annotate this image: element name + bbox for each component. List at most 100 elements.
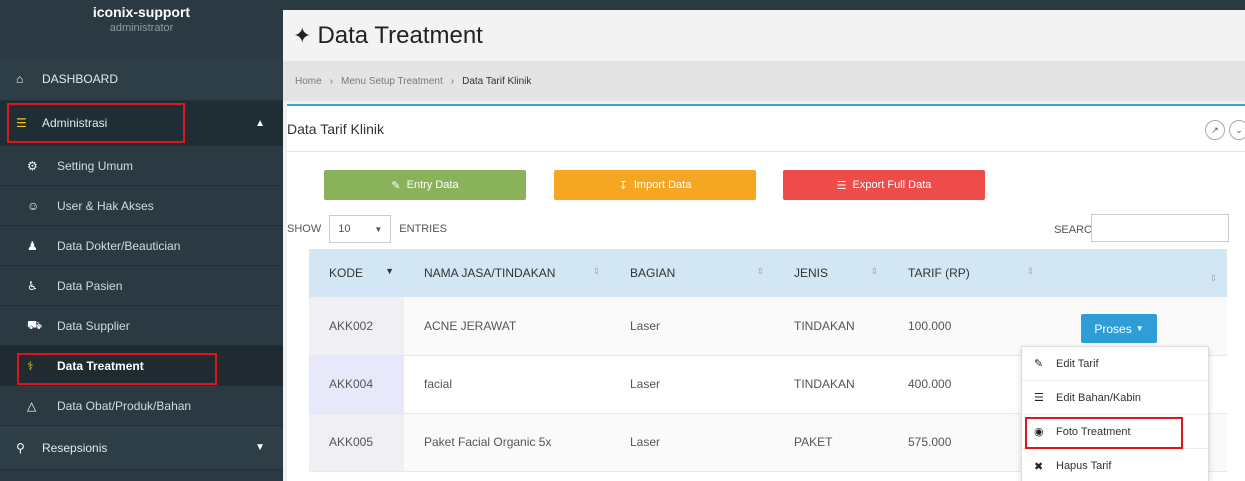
cell-kode: AKK004 xyxy=(309,355,404,414)
export-full-data-button[interactable]: ☰ Export Full Data xyxy=(783,170,985,200)
entry-data-label: Entry Data xyxy=(406,179,459,191)
sidebar-item-label: Data Supplier xyxy=(57,318,130,333)
cell-nama: Paket Facial Organic 5x xyxy=(404,413,610,472)
sidebar-item-administrasi[interactable]: ☰ Administrasi ▲ xyxy=(0,101,283,146)
list-icon: ☰ xyxy=(836,179,847,192)
breadcrumb-current: Data Tarif Klinik xyxy=(462,75,532,87)
top-strip xyxy=(283,0,1245,10)
col-kode[interactable]: KODE ▼ xyxy=(309,249,404,297)
cell-jenis: PAKET xyxy=(774,413,888,472)
wheelchair-icon: ♿ xyxy=(27,278,38,293)
cell-jenis: TINDAKAN xyxy=(774,297,888,356)
sidebar-item-data-treatment[interactable]: ⚕ Data Treatment xyxy=(0,346,283,386)
col-label: TARIF (RP) xyxy=(908,266,970,280)
collapse-icon[interactable]: ⌄ xyxy=(1229,120,1245,140)
entries-select[interactable]: 10 ▼ xyxy=(329,215,392,243)
cell-nama: ACNE JERAWAT xyxy=(404,297,610,356)
sidebar-item-label: Setting Umum xyxy=(57,158,134,173)
table-header-row: KODE ▼ NAMA JASA/TINDAKAN ⇕ BAGIAN ⇕ JENIS ⇕… xyxy=(309,249,1227,297)
sidebar-item-resepsionis[interactable]: ⚲ Resepsionis ▼ xyxy=(0,426,283,470)
page-title: Data Treatment xyxy=(317,21,483,49)
truck-icon: ⛟ xyxy=(27,317,43,332)
menu-item-label: Edit Tarif xyxy=(1056,357,1099,370)
menu-item-edit-tarif[interactable]: ✎ Edit Tarif xyxy=(1022,347,1208,381)
pencil-icon: ✎ xyxy=(1034,358,1044,370)
chevron-down-icon: ▼ xyxy=(374,224,383,234)
export-data-label: Export Full Data xyxy=(852,179,932,191)
entries-value: 10 xyxy=(338,223,351,235)
col-label: KODE xyxy=(329,266,364,280)
cell-bagian: Laser xyxy=(610,413,774,472)
sort-icon: ⇕ xyxy=(756,266,764,276)
col-tarif[interactable]: TARIF (RP) ⇕ xyxy=(888,249,1044,297)
entries-label: ENTRIES xyxy=(399,223,447,235)
sidebar-item-label: User & Hak Akses xyxy=(57,198,154,213)
chat-icon: ⚲ xyxy=(16,440,25,455)
col-label: BAGIAN xyxy=(630,266,676,280)
sidebar-item-user-hak-akses[interactable]: ☺ User & Hak Akses xyxy=(0,186,283,226)
col-label: JENIS xyxy=(794,266,829,280)
camera-icon: ◉ xyxy=(1034,426,1044,438)
menu-item-edit-bahan[interactable]: ☰ Edit Bahan/Kabin xyxy=(1022,381,1208,415)
expand-icon[interactable]: ↗ xyxy=(1205,120,1225,140)
gear-icon: ⚙ xyxy=(27,158,38,173)
col-aksi[interactable]: ⇕ xyxy=(1044,249,1227,297)
cell-kode: AKK005 xyxy=(309,413,404,472)
import-data-label: Import Data xyxy=(633,179,692,191)
show-label: SHOW xyxy=(287,223,322,235)
proses-dropdown-menu: ✎ Edit Tarif ☰ Edit Bahan/Kabin ◉ Foto T… xyxy=(1021,346,1209,481)
sidebar-item-dashboard[interactable]: ⌂ DASHBOARD xyxy=(0,57,283,101)
panel-title: Data Tarif Klinik xyxy=(287,120,385,137)
menu-item-label: Foto Treatment xyxy=(1056,425,1131,438)
sidebar-item-data-obat[interactable]: △ Data Obat/Produk/Bahan xyxy=(0,386,283,426)
sort-icon: ⇕ xyxy=(1026,266,1034,276)
sidebar-item-data-dokter[interactable]: ♟ Data Dokter/Beautician xyxy=(0,226,283,266)
pencil-icon: ✎ xyxy=(391,179,401,192)
sidebar-item-data-supplier[interactable]: ⛟ Data Supplier xyxy=(0,306,283,346)
chevron-down-icon: ▼ xyxy=(255,442,265,453)
menu-item-foto-treatment[interactable]: ◉ Foto Treatment xyxy=(1022,415,1208,449)
col-bagian[interactable]: BAGIAN ⇕ xyxy=(610,249,774,297)
list-icon: ☰ xyxy=(1034,392,1044,404)
search-input[interactable] xyxy=(1091,214,1229,242)
stethoscope-icon: ⚕ xyxy=(27,358,34,373)
cell-kode: AKK002 xyxy=(309,297,404,356)
cell-bagian: Laser xyxy=(610,297,774,356)
col-nama[interactable]: NAMA JASA/TINDAKAN ⇕ xyxy=(404,249,610,297)
user-role: administrator xyxy=(109,22,174,34)
close-icon: ✖ xyxy=(1034,460,1044,473)
flask-icon: △ xyxy=(27,398,37,413)
import-icon: ↧ xyxy=(618,179,628,192)
menu-item-hapus-tarif[interactable]: ✖ Hapus Tarif xyxy=(1022,449,1208,481)
users-icon: ♟ xyxy=(27,238,38,253)
sidebar-item-label: Data Treatment xyxy=(57,358,144,373)
menu-item-label: Hapus Tarif xyxy=(1056,460,1112,472)
sidebar-item-data-pasien[interactable]: ♿ Data Pasien xyxy=(0,266,283,306)
home-icon: ⌂ xyxy=(16,71,24,86)
col-label: NAMA JASA/TINDAKAN xyxy=(424,266,556,280)
show-entries: SHOW 10 ▼ ENTRIES xyxy=(287,215,447,243)
panel-header: Data Tarif Klinik xyxy=(287,106,1245,152)
entry-data-button[interactable]: ✎ Entry Data xyxy=(324,170,526,200)
sidebar-item-label: Data Obat/Produk/Bahan xyxy=(57,398,192,413)
sort-icon: ⇕ xyxy=(1209,273,1217,283)
sidebar-item-label: Data Pasien xyxy=(57,278,123,293)
breadcrumb-separator: › xyxy=(329,75,334,87)
proses-button[interactable]: Proses ▼ xyxy=(1081,314,1157,343)
breadcrumb-home[interactable]: Home xyxy=(295,76,322,87)
col-jenis[interactable]: JENIS ⇕ xyxy=(774,249,888,297)
sidebar: iconix-support administrator ⌂ DASHBOARD… xyxy=(0,0,283,481)
breadcrumb-menu[interactable]: Menu Setup Treatment xyxy=(341,76,443,87)
sort-icon: ⇕ xyxy=(870,266,878,276)
pin-icon: ✦ xyxy=(293,22,312,48)
user-name: iconix-support xyxy=(92,4,191,20)
import-data-button[interactable]: ↧ Import Data xyxy=(554,170,756,200)
cell-nama: facial xyxy=(404,355,610,414)
sidebar-item-setting-umum[interactable]: ⚙ Setting Umum xyxy=(0,146,283,186)
smiley-icon: ☺ xyxy=(27,198,40,213)
sort-icon: ⇕ xyxy=(592,266,600,276)
main-content: ✦ Data Treatment Home › Menu Setup Treat… xyxy=(283,0,1245,481)
user-box: iconix-support administrator xyxy=(0,0,283,57)
administrasi-submenu: ⚙ Setting Umum ☺ User & Hak Akses ♟ Data… xyxy=(0,146,283,426)
caret-down-icon: ▼ xyxy=(1135,324,1144,333)
